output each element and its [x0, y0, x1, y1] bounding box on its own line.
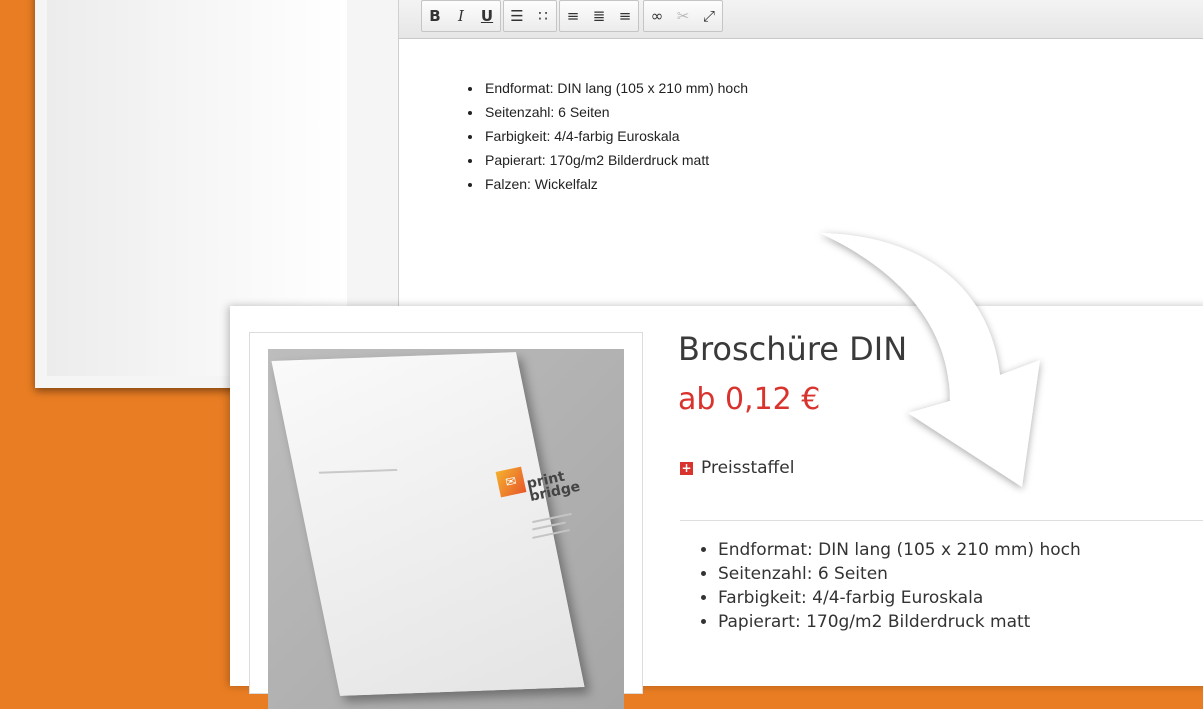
list-item: Farbigkeit: 4/4-farbig Euroskala	[483, 124, 748, 148]
list-item: Papierart: 170g/m2 Bilderdruck matt	[483, 148, 748, 172]
list-item: Endformat: DIN lang (105 x 210 mm) hoch	[718, 538, 1081, 562]
fullscreen-icon[interactable]: ⤢	[696, 2, 722, 30]
preisstaffel-label: Preisstaffel	[701, 458, 795, 478]
list-item: Seitenzahl: 6 Seiten	[718, 562, 1081, 586]
list-item: Falzen: Wickelfalz	[483, 172, 748, 196]
logo-icon: ✉	[495, 466, 527, 498]
underline-icon[interactable]: U	[474, 2, 500, 30]
editor-toolbar: B I U ☰ ∷ ≡ ≣ ≡ ∞ ✂ ⤢	[399, 0, 1203, 39]
numbered-list-icon[interactable]: ☰	[504, 2, 530, 30]
tools-group: ∞ ✂ ⤢	[643, 0, 723, 32]
divider	[680, 520, 1203, 521]
italic-icon[interactable]: I	[448, 2, 474, 30]
product-image-frame[interactable]: ✉ print bridge	[249, 332, 643, 709]
align-right-icon[interactable]: ≡	[612, 2, 638, 30]
product-spec-list: Endformat: DIN lang (105 x 210 mm) hoch …	[696, 538, 1081, 634]
list-item: Papierart: 170g/m2 Bilderdruck matt	[718, 610, 1081, 634]
plus-icon[interactable]: +	[680, 461, 693, 475]
align-group: ≡ ≣ ≡	[559, 0, 639, 32]
list-item: Endformat: DIN lang (105 x 210 mm) hoch	[483, 76, 748, 100]
align-left-icon[interactable]: ≡	[560, 2, 586, 30]
align-center-icon[interactable]: ≣	[586, 2, 612, 30]
bold-icon[interactable]: B	[422, 2, 448, 30]
bulleted-list-icon[interactable]: ∷	[530, 2, 556, 30]
letterhead-paper	[271, 352, 585, 696]
curved-arrow-icon	[820, 233, 1040, 487]
link-icon[interactable]: ∞	[644, 2, 670, 30]
unlink-icon[interactable]: ✂	[670, 2, 696, 30]
paper-text-line	[318, 468, 398, 474]
list-item: Seitenzahl: 6 Seiten	[483, 100, 748, 124]
editor-bullet-list[interactable]: Endformat: DIN lang (105 x 210 mm) hoch …	[463, 76, 748, 196]
product-image: ✉ print bridge	[268, 349, 624, 709]
preisstaffel-toggle[interactable]: + Preisstaffel	[680, 458, 794, 478]
list-group: ☰ ∷	[503, 0, 557, 32]
list-item: Farbigkeit: 4/4-farbig Euroskala	[718, 586, 1081, 610]
format-group: B I U	[421, 0, 501, 32]
